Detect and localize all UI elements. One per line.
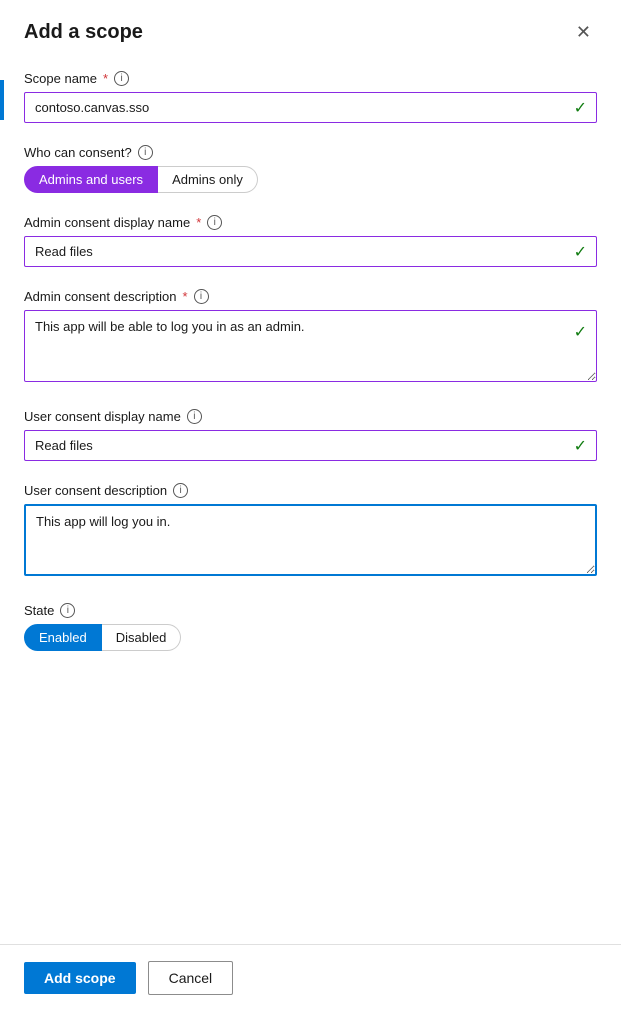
user-consent-description-group: User consent description i This app will…: [24, 483, 597, 581]
admin-consent-display-name-check-icon: ✓: [574, 242, 587, 262]
scope-name-check-icon: ✓: [574, 98, 587, 118]
user-consent-description-label: User consent description i: [24, 483, 597, 498]
cancel-button[interactable]: Cancel: [148, 961, 234, 995]
user-consent-description-info-icon[interactable]: i: [173, 483, 188, 498]
dialog-footer: Add scope Cancel: [0, 944, 621, 1011]
state-toggle-group: Enabled Disabled: [24, 624, 597, 651]
user-consent-display-name-input[interactable]: [24, 430, 597, 461]
scope-name-input[interactable]: [24, 92, 597, 123]
consent-admins-users-button[interactable]: Admins and users: [24, 166, 158, 193]
dialog-header: Add a scope ✕: [0, 0, 621, 61]
admin-consent-display-name-input[interactable]: [24, 236, 597, 267]
add-scope-button[interactable]: Add scope: [24, 962, 136, 994]
scope-name-label: Scope name * i: [24, 71, 597, 86]
state-enabled-button[interactable]: Enabled: [24, 624, 102, 651]
admin-consent-display-name-wrapper: ✓: [24, 236, 597, 267]
dialog-title: Add a scope: [24, 21, 143, 44]
user-consent-description-textarea[interactable]: This app will log you in.: [24, 504, 597, 576]
required-star-2: *: [196, 215, 201, 230]
admin-consent-description-check-icon: ✓: [574, 322, 587, 342]
user-consent-display-name-label: User consent display name i: [24, 409, 597, 424]
who-can-consent-label: Who can consent? i: [24, 145, 597, 160]
scope-name-info-icon[interactable]: i: [114, 71, 129, 86]
admin-consent-description-wrapper: This app will be able to log you in as a…: [24, 310, 597, 387]
who-can-consent-group: Who can consent? i Admins and users Admi…: [24, 145, 597, 193]
who-can-consent-info-icon[interactable]: i: [138, 145, 153, 160]
user-consent-display-name-group: User consent display name i ✓: [24, 409, 597, 461]
admin-consent-display-name-group: Admin consent display name * i ✓: [24, 215, 597, 267]
dialog-body: Scope name * i ✓ Who can consent? i Admi…: [0, 61, 621, 944]
admin-consent-display-name-label: Admin consent display name * i: [24, 215, 597, 230]
state-info-icon[interactable]: i: [60, 603, 75, 618]
scope-name-group: Scope name * i ✓: [24, 71, 597, 123]
admin-consent-description-textarea[interactable]: This app will be able to log you in as a…: [24, 310, 597, 382]
state-group: State i Enabled Disabled: [24, 603, 597, 651]
consent-admins-only-button[interactable]: Admins only: [158, 166, 258, 193]
left-accent-bar: [0, 80, 4, 120]
state-disabled-button[interactable]: Disabled: [102, 624, 182, 651]
admin-consent-description-group: Admin consent description * i This app w…: [24, 289, 597, 387]
admin-consent-description-label: Admin consent description * i: [24, 289, 597, 304]
user-consent-display-name-wrapper: ✓: [24, 430, 597, 461]
admin-consent-description-info-icon[interactable]: i: [194, 289, 209, 304]
required-star-3: *: [182, 289, 187, 304]
user-consent-description-wrapper: This app will log you in.: [24, 504, 597, 581]
consent-toggle-group: Admins and users Admins only: [24, 166, 597, 193]
add-scope-dialog: Add a scope ✕ Scope name * i ✓ Who can c…: [0, 0, 621, 1011]
required-star: *: [103, 71, 108, 86]
user-consent-display-name-info-icon[interactable]: i: [187, 409, 202, 424]
close-button[interactable]: ✕: [570, 18, 597, 47]
state-label: State i: [24, 603, 597, 618]
scope-name-input-wrapper: ✓: [24, 92, 597, 123]
admin-consent-display-name-info-icon[interactable]: i: [207, 215, 222, 230]
user-consent-display-name-check-icon: ✓: [574, 436, 587, 456]
